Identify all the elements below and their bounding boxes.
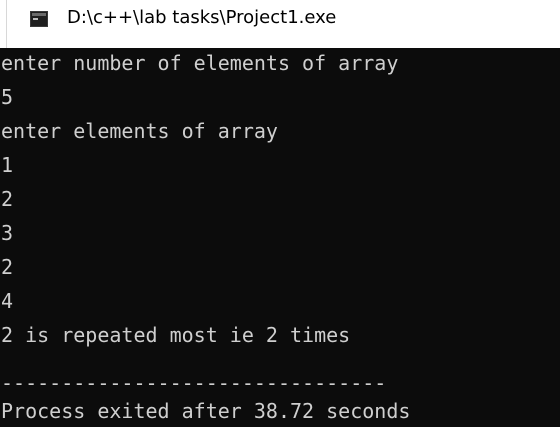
console-line-input-count: 5 xyxy=(1,85,14,109)
console-line-separator: -------------------------------- xyxy=(1,371,387,395)
window-titlebar[interactable]: D:\c++\lab tasks\Project1.exe xyxy=(0,0,560,48)
console-line-result: 2 is repeated most ie 2 times xyxy=(1,323,351,347)
console-output[interactable]: enter number of elements of array 5 ente… xyxy=(0,48,560,427)
window-left-edge xyxy=(0,0,7,48)
window-title: D:\c++\lab tasks\Project1.exe xyxy=(67,7,337,28)
console-line-input-element-5: 4 xyxy=(1,289,14,313)
console-line-input-element-4: 2 xyxy=(1,255,14,279)
console-line-prompt-count: enter number of elements of array xyxy=(1,51,399,75)
console-line-process-exit: Process exited after 38.72 seconds xyxy=(1,399,411,423)
console-line-input-element-3: 3 xyxy=(1,221,14,245)
console-line-input-element-1: 1 xyxy=(1,153,14,177)
console-line-prompt-elements: enter elements of array xyxy=(1,119,278,143)
console-window-icon[interactable] xyxy=(30,11,48,27)
console-line-input-element-2: 2 xyxy=(1,187,14,211)
